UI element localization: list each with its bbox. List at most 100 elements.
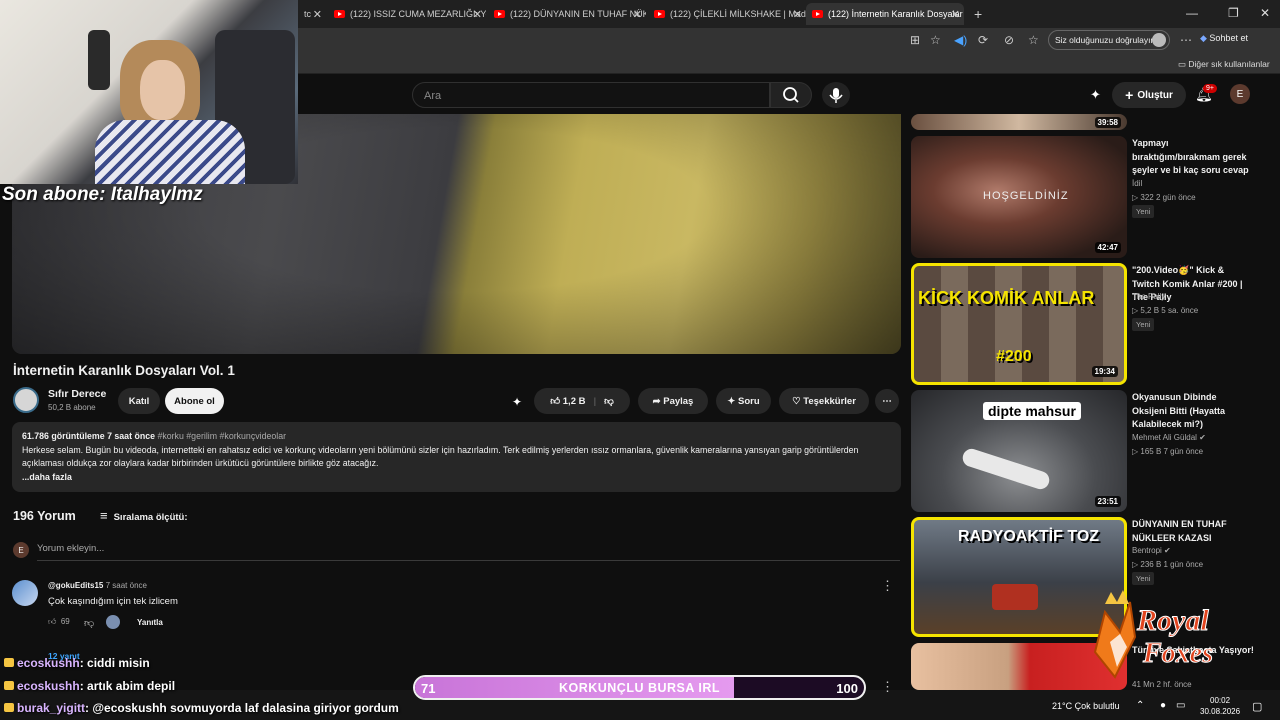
- comment-menu-icon[interactable]: ⋮: [881, 679, 894, 695]
- chat-message: burak_yigitt: @ecoskushh sovmuyorda laf …: [4, 701, 399, 715]
- ai-sparkle-icon[interactable]: ✦: [512, 395, 522, 409]
- thumbs-up-icon: 👍︎: [48, 617, 61, 626]
- channel-avatar[interactable]: [13, 387, 39, 413]
- video-card-title[interactable]: DÜNYANIN EN TUHAF NÜKLEER KAZASI: [1132, 518, 1254, 545]
- read-aloud-icon[interactable]: ◀): [954, 33, 967, 47]
- ask-button[interactable]: ✦ Soru: [716, 388, 771, 414]
- tab-item[interactable]: (122) ÇİLEKLİ MİLKSHAKE | Madar ✕: [648, 3, 806, 25]
- new-tab-button[interactable]: +: [968, 3, 988, 25]
- maximize-icon[interactable]: ❐: [1228, 6, 1239, 20]
- channel-name[interactable]: Sıfır Derece: [48, 388, 106, 400]
- search-button[interactable]: [770, 82, 812, 108]
- microphone-tray-icon[interactable]: ●: [1160, 700, 1166, 711]
- search-icon: [783, 87, 799, 103]
- video-thumbnail[interactable]: 39:58: [911, 114, 1127, 130]
- description-text: Herkese selam. Bugün bu videoda, interne…: [22, 444, 859, 469]
- add-comment-input[interactable]: Yorum ekleyin...: [37, 543, 104, 554]
- microphone-icon: [829, 88, 843, 103]
- author-handle[interactable]: @gokuEdits15: [48, 581, 103, 590]
- create-label: Oluştur: [1137, 89, 1173, 101]
- minimize-icon[interactable]: —: [1186, 6, 1198, 20]
- tab-item[interactable]: tc ✕: [298, 3, 326, 25]
- premium-sparkle-icon[interactable]: ✦: [1090, 87, 1101, 103]
- close-icon[interactable]: ✕: [793, 8, 802, 21]
- video-card-stats: ▷ 5,2 B 5 sa. önce: [1132, 306, 1199, 315]
- recommended-video[interactable]: HOŞGELDİNİZ 42:47 Yapmayı bıraktığım/bır…: [911, 136, 1271, 258]
- video-thumbnail[interactable]: HOŞGELDİNİZ 42:47: [911, 136, 1127, 258]
- thumbs-up-icon[interactable]: 👍︎: [550, 395, 560, 407]
- apps-icon[interactable]: ⊞: [910, 33, 920, 47]
- tab-label: (122) ISSIZ CUMA MEZARLIĞI: Yer: [350, 9, 486, 19]
- tab-item[interactable]: (122) DÜNYANIN EN TUHAF NÜKL ✕: [488, 3, 646, 25]
- collections-icon[interactable]: ☆: [1028, 33, 1039, 47]
- split-screen-icon[interactable]: ⊘: [1004, 33, 1014, 47]
- hashtags[interactable]: #korku #gerilim #korkunçvideolar: [157, 431, 286, 441]
- network-icon[interactable]: ▭: [1176, 700, 1185, 711]
- share-label: Paylaş: [663, 395, 694, 407]
- subscribe-button[interactable]: Abone ol: [165, 388, 224, 414]
- comment-menu-icon[interactable]: ⋮: [881, 578, 894, 594]
- like-dislike-group[interactable]: 👍︎ 1,2 B | 👎︎: [534, 388, 630, 414]
- signin-label: Siz olduğunuzu doğrulayın: [1055, 35, 1156, 45]
- close-icon[interactable]: ✕: [313, 8, 322, 21]
- show-more-link[interactable]: ...daha fazla: [22, 472, 72, 482]
- other-bookmarks-folder[interactable]: ▭ Diğer sık kullanılanlar: [1178, 59, 1270, 70]
- thumbs-down-icon[interactable]: 👎︎: [604, 395, 614, 407]
- comment-author[interactable]: @gokuEdits15 7 saat önce: [48, 581, 147, 590]
- video-card-title[interactable]: Okyanusun Dibinde Oksijeni Bitti (Hayatt…: [1132, 391, 1254, 432]
- tab-item-active[interactable]: (122) İnternetin Karanlık Dosyalar ✕: [806, 3, 964, 25]
- plus-icon: +: [1125, 87, 1134, 103]
- reply-button[interactable]: Yanıtla: [137, 618, 163, 627]
- streamer-face: [140, 60, 185, 120]
- tray-chevron-icon[interactable]: ⌃: [1136, 700, 1144, 711]
- join-button[interactable]: Katıl: [118, 388, 160, 414]
- thanks-button[interactable]: ♡ Teşekkürler: [779, 388, 869, 414]
- recommended-video[interactable]: dipte mahsur 23:51 Okyanusun Dibinde Oks…: [911, 390, 1271, 512]
- comment-like-button[interactable]: 👍︎ 69: [48, 617, 70, 627]
- goal-label: KORKUNÇLU BURSA IRL: [558, 681, 721, 695]
- video-card-title[interactable]: Yapmayı bıraktığım/bırakmam gerek şeyler…: [1132, 137, 1254, 178]
- close-window-icon[interactable]: ✕: [1260, 6, 1270, 20]
- video-card-channel[interactable]: Bentropi ✔: [1132, 546, 1171, 555]
- chat-text: : ciddi misin: [79, 656, 150, 670]
- duration-badge: 42:47: [1094, 242, 1121, 253]
- chat-message: ecoskushh: artık abim depil: [4, 679, 175, 693]
- video-thumbnail[interactable]: KİCK KOMİK ANLAR #200 19:34: [911, 263, 1127, 385]
- close-icon[interactable]: ✕: [633, 8, 642, 21]
- close-icon[interactable]: ✕: [473, 8, 482, 21]
- user-avatar[interactable]: E: [1230, 84, 1250, 104]
- share-button[interactable]: ➦ Paylaş: [638, 388, 708, 414]
- share-arrow-icon: ➦: [652, 395, 664, 407]
- create-button[interactable]: + Oluştur: [1112, 82, 1186, 108]
- video-thumbnail[interactable]: dipte mahsur 23:51: [911, 390, 1127, 512]
- extension-icon[interactable]: ⟳: [978, 33, 988, 47]
- sort-button[interactable]: ≡ Sıralama ölçütü:: [100, 508, 188, 523]
- system-clock[interactable]: 00:02 30.08.2026: [1200, 695, 1240, 717]
- search-input[interactable]: Ara: [412, 82, 770, 108]
- duration-badge: 39:58: [1094, 117, 1121, 128]
- menu-dots-icon[interactable]: ⋯: [1180, 33, 1192, 47]
- video-card-channel[interactable]: Mehmet Ali Güldal ✔: [1132, 433, 1206, 442]
- weather-widget[interactable]: 21°C Çok bulutlu: [1052, 701, 1120, 711]
- notification-center-icon[interactable]: ▢: [1252, 700, 1262, 713]
- video-description[interactable]: 61.786 görüntüleme 7 saat önce #korku #g…: [12, 422, 901, 492]
- goal-target: 100: [836, 681, 858, 696]
- recommended-video[interactable]: 39:58: [911, 114, 1271, 130]
- profile-signin-button[interactable]: Siz olduğunuzu doğrulayın: [1048, 30, 1170, 50]
- video-card-channel[interactable]: İdil: [1132, 179, 1142, 188]
- close-icon[interactable]: ✕: [951, 8, 960, 21]
- commenter-avatar[interactable]: [12, 580, 38, 606]
- verified-icon: ✔: [1164, 546, 1171, 555]
- tab-item[interactable]: (122) ISSIZ CUMA MEZARLIĞI: Yer ✕: [328, 3, 486, 25]
- video-card-channel[interactable]: The Pally: [1132, 292, 1165, 301]
- comment-dislike-icon[interactable]: 👎︎: [84, 617, 94, 629]
- more-actions-button[interactable]: ⋯: [875, 389, 899, 413]
- channel-label: Bentropi: [1132, 546, 1162, 555]
- chat-username: ecoskushh: [17, 679, 80, 693]
- like-count: 1,2 B: [562, 395, 586, 407]
- favorite-star-icon[interactable]: ☆: [930, 33, 941, 47]
- tab-label: (122) İnternetin Karanlık Dosyalar: [828, 9, 963, 19]
- recommended-video[interactable]: KİCK KOMİK ANLAR #200 19:34 "200.Video🥳"…: [911, 263, 1271, 385]
- voice-search-button[interactable]: [822, 82, 850, 108]
- copilot-button[interactable]: ◆ Sohbet et: [1200, 33, 1248, 44]
